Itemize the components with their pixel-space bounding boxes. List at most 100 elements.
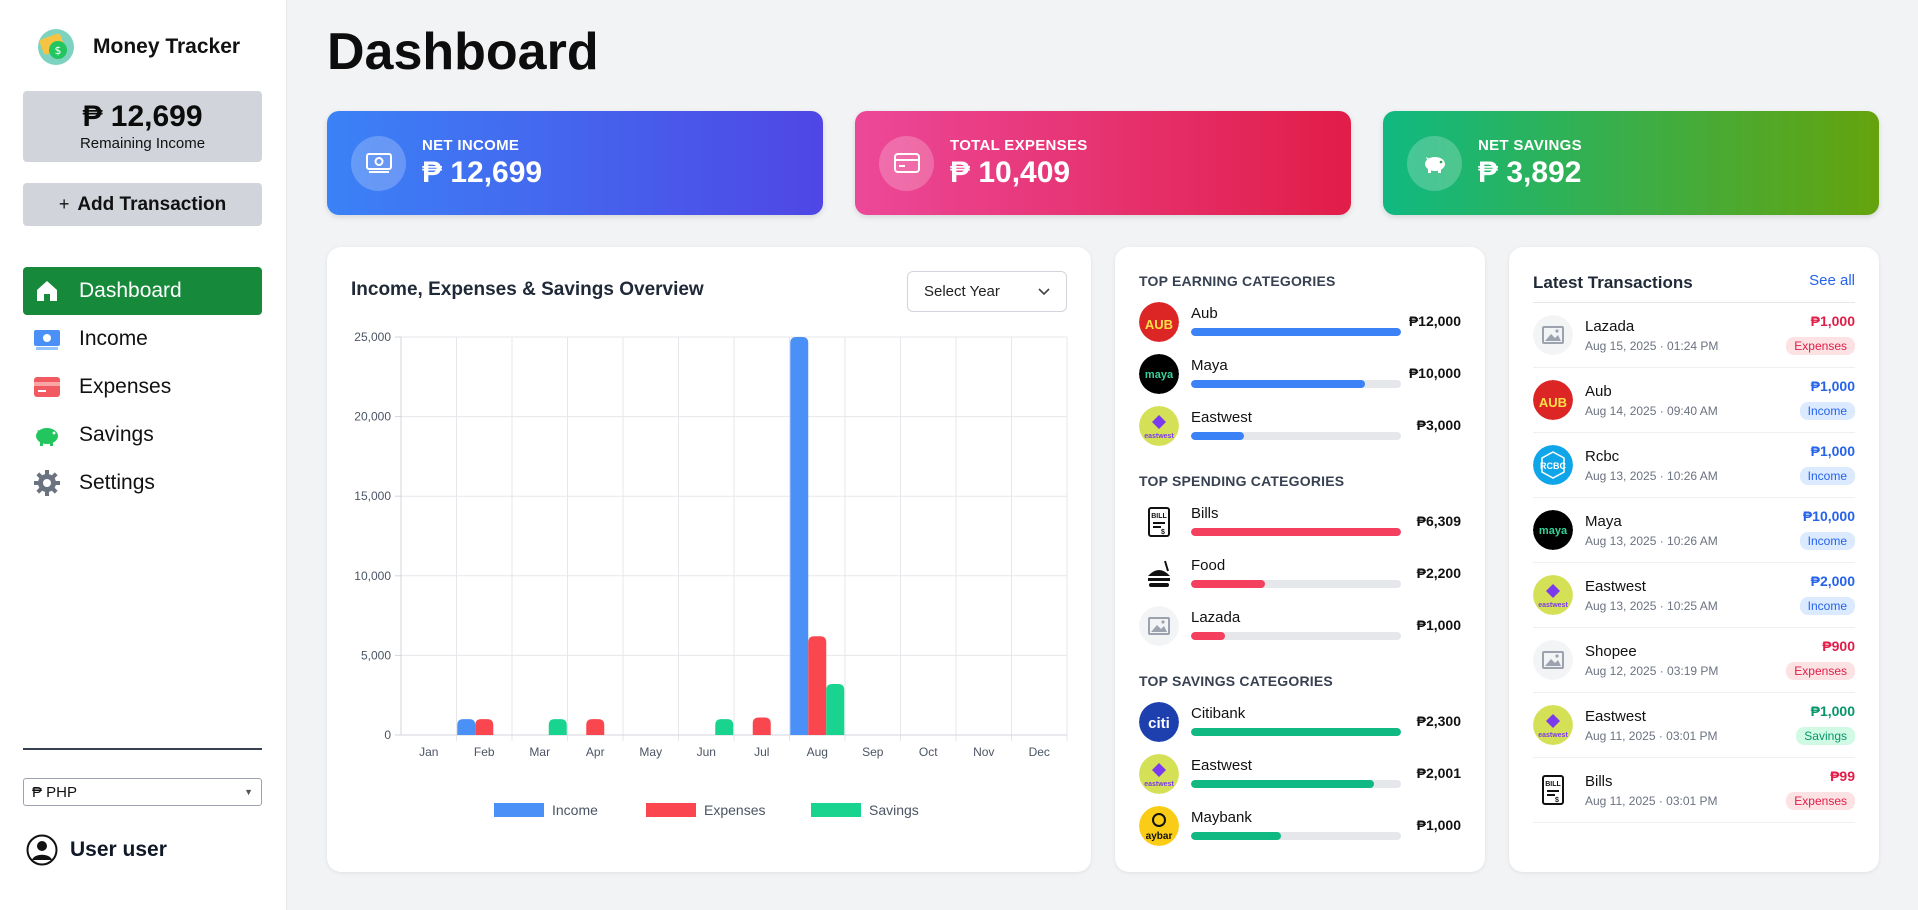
y-tick-label: 5,000 (361, 648, 391, 662)
user-avatar-icon (26, 834, 58, 866)
piggy-bank-icon (1407, 135, 1462, 191)
transaction-row[interactable]: RCBC Rcbc Aug 13, 2025 · 10:26 AM ₱1,000 Inc… (1533, 433, 1855, 498)
transaction-row[interactable]: maya Maya Aug 13, 2025 · 10:26 AM ₱10,000 In… (1533, 498, 1855, 563)
transaction-type-badge: Income (1799, 532, 1855, 550)
see-all-link[interactable]: See all (1809, 272, 1855, 289)
transaction-row[interactable]: eastwest Eastwest Aug 13, 2025 · 10:25 AM ₱… (1533, 563, 1855, 628)
add-transaction-button[interactable]: + Add Transaction (23, 183, 262, 226)
category-name: Maybank (1191, 809, 1252, 826)
transaction-row[interactable]: BILL $ Bills Aug 11, 2025 · 03:01 PM ₱99 Expe… (1533, 758, 1855, 823)
transaction-type-badge: Income (1799, 597, 1855, 615)
category-row[interactable]: BILL $ Bills ₱6,309 (1139, 502, 1461, 542)
category-row[interactable]: Food ₱2,200 (1139, 554, 1461, 594)
category-progress-track (1191, 832, 1401, 840)
transaction-name: Eastwest (1585, 708, 1646, 725)
y-tick-label: 10,000 (354, 569, 391, 583)
aub-logo-icon: AUB (1533, 380, 1573, 420)
svg-text:eastwest: eastwest (1538, 602, 1568, 609)
category-row[interactable]: maya Maya ₱10,000 (1139, 354, 1461, 394)
transactions-list: Lazada Aug 15, 2025 · 01:24 PM ₱1,000 Expen… (1533, 302, 1855, 823)
category-progress-track (1191, 528, 1401, 536)
nav-item-income[interactable]: Income (23, 315, 262, 363)
svg-text:BILL: BILL (1151, 513, 1167, 520)
category-progress-fill (1191, 728, 1401, 736)
net-income-value: ₱ 12,699 (422, 155, 543, 189)
category-progress-track (1191, 728, 1401, 736)
category-row[interactable]: aybar Maybank ₱1,000 (1139, 806, 1461, 846)
sidebar: $ Money Tracker ₱ 12,699 Remaining Incom… (0, 0, 287, 910)
legend-label: Expenses (704, 802, 765, 818)
credit-card-icon (31, 371, 63, 403)
total-expenses-card: TOTAL EXPENSES ₱ 10,409 (855, 111, 1351, 215)
currency-value: ₱ PHP (32, 783, 78, 801)
category-progress-fill (1191, 780, 1374, 788)
eastwest-logo-icon: eastwest (1139, 754, 1179, 794)
maya-logo-icon: maya (1533, 510, 1573, 550)
nav-label: Expenses (79, 375, 172, 398)
y-tick-label: 25,000 (354, 330, 391, 344)
category-amount: ₱2,300 (1416, 713, 1461, 729)
svg-text:RCBC: RCBC (1540, 461, 1566, 471)
svg-text:eastwest: eastwest (1144, 433, 1174, 440)
eastwest-logo-icon: eastwest (1533, 705, 1573, 745)
y-tick-label: 0 (384, 728, 391, 742)
legend-swatch-income (494, 803, 544, 817)
transaction-row[interactable]: AUB Aub Aug 14, 2025 · 09:40 AM ₱1,000 Incom… (1533, 368, 1855, 433)
transaction-amount: ₱1,000 (1810, 378, 1855, 394)
net-income-label: NET INCOME (422, 136, 520, 154)
cash-icon (351, 135, 406, 191)
transaction-name: Eastwest (1585, 578, 1646, 595)
transaction-row[interactable]: eastwest Eastwest Aug 11, 2025 · 03:01 PM ₱… (1533, 693, 1855, 758)
category-progress-fill (1191, 328, 1401, 336)
transaction-row[interactable]: Shopee Aug 12, 2025 · 03:19 PM ₱900 Expense… (1533, 628, 1855, 693)
sidebar-divider (23, 748, 262, 750)
x-tick-label: Feb (474, 745, 495, 759)
category-name: Eastwest (1191, 409, 1252, 426)
category-row[interactable]: Lazada ₱1,000 (1139, 606, 1461, 646)
nav-item-dashboard[interactable]: Dashboard (23, 267, 262, 315)
category-progress-track (1191, 380, 1401, 388)
transaction-name: Maya (1585, 513, 1622, 530)
credit-card-icon (879, 135, 934, 191)
nav-item-settings[interactable]: Settings (23, 459, 262, 507)
nav-item-expenses[interactable]: Expenses (23, 363, 262, 411)
svg-text:$: $ (1161, 529, 1165, 536)
transaction-amount: ₱1,000 (1810, 313, 1855, 329)
category-name: Citibank (1191, 705, 1246, 722)
category-row[interactable]: eastwest Eastwest ₱2,001 (1139, 754, 1461, 794)
svg-text:citi: citi (1148, 715, 1170, 732)
maya-logo-icon: maya (1139, 354, 1179, 394)
transaction-name: Bills (1585, 773, 1613, 790)
bar-savings (715, 719, 734, 735)
category-name: Food (1191, 557, 1226, 574)
transactions-title: Latest Transactions (1533, 273, 1693, 292)
category-name: Eastwest (1191, 757, 1252, 774)
add-transaction-label: Add Transaction (77, 193, 227, 215)
money-tracker-logo-icon: $ (38, 29, 74, 65)
category-row[interactable]: AUB Aub ₱12,000 (1139, 302, 1461, 342)
transaction-row[interactable]: Lazada Aug 15, 2025 · 01:24 PM ₱1,000 Expen… (1533, 303, 1855, 368)
transaction-type-badge: Income (1799, 467, 1855, 485)
brand[interactable]: $ Money Tracker (33, 24, 240, 70)
caret-down-icon: ▼ (244, 787, 253, 797)
category-progress-fill (1191, 380, 1366, 388)
category-row[interactable]: citi Citibank ₱2,300 (1139, 702, 1461, 742)
transaction-date: Aug 14, 2025 · 09:40 AM (1585, 404, 1718, 418)
nav-item-savings[interactable]: Savings (23, 411, 262, 459)
category-row[interactable]: eastwest Eastwest ₱3,000 (1139, 406, 1461, 446)
category-progress-track (1191, 780, 1401, 788)
category-progress-track (1191, 328, 1401, 336)
user-profile[interactable]: User user (26, 834, 167, 866)
transaction-name: Shopee (1585, 643, 1637, 660)
category-name: Lazada (1191, 609, 1241, 626)
x-tick-label: Aug (807, 745, 828, 759)
category-progress-track (1191, 632, 1401, 640)
svg-text:eastwest: eastwest (1144, 781, 1174, 788)
y-tick-label: 15,000 (354, 489, 391, 503)
bar-savings (826, 684, 845, 735)
eastwest-logo-icon: eastwest (1139, 406, 1179, 446)
overview-chart-panel: Income, Expenses & Savings Overview Sele… (327, 247, 1091, 872)
bar-savings (548, 719, 567, 735)
net-income-card: NET INCOME ₱ 12,699 (327, 111, 823, 215)
currency-select[interactable]: ₱ PHP ▼ (23, 778, 262, 806)
